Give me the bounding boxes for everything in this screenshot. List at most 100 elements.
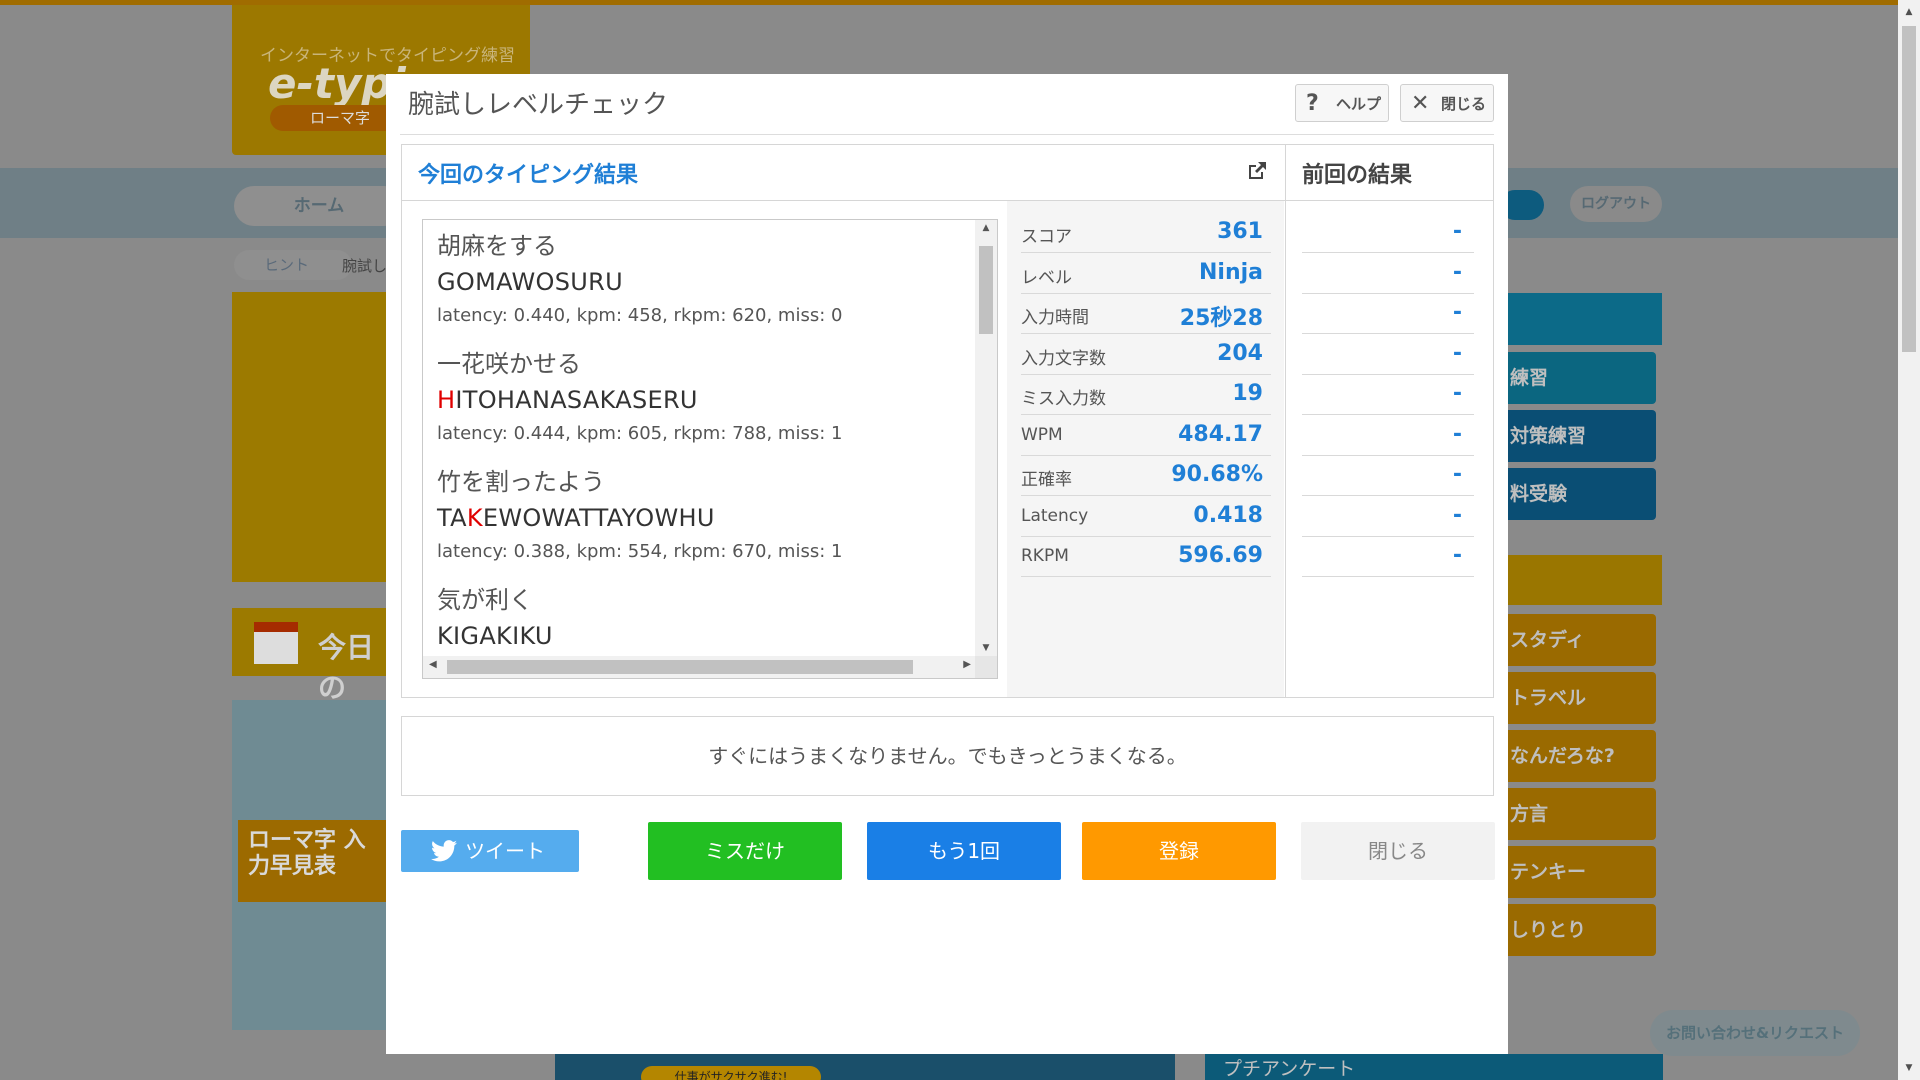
log-scroll-up-icon[interactable]: ▲: [975, 223, 997, 233]
previous-stat-value: -: [1452, 381, 1462, 406]
right-menu-header: [1500, 293, 1662, 345]
survey-header: プチアンケート: [1205, 1054, 1663, 1080]
page-scrollbar[interactable]: ▲ ▼: [1898, 0, 1920, 1080]
logout-button[interactable]: ログアウト: [1570, 186, 1662, 222]
help-button[interactable]: ? ヘルプ: [1295, 84, 1389, 122]
encouragement-message: すぐにはうまくなりません。でもきっとうまくなる。: [401, 716, 1494, 796]
stat-row: レベル Ninja: [1021, 254, 1271, 294]
external-link-icon[interactable]: [1245, 159, 1269, 183]
log-vscroll-thumb[interactable]: [979, 246, 993, 334]
scroll-down-icon[interactable]: ▼: [1898, 1060, 1920, 1076]
stat-value: Ninja: [1198, 259, 1263, 285]
right-menu-item-4[interactable]: スタディ: [1500, 614, 1656, 666]
stat-label: レベル: [1021, 267, 1072, 288]
register-button[interactable]: 登録: [1082, 822, 1276, 880]
previous-stat-value: -: [1452, 462, 1462, 487]
stat-label: RKPM: [1021, 546, 1069, 566]
stat-value: 0.418: [1193, 502, 1263, 528]
log-scroll-left-icon[interactable]: ◀: [429, 659, 437, 670]
stat-row: WPM 484.17: [1021, 416, 1271, 456]
previous-stat-value: -: [1452, 340, 1462, 366]
results-panel: 今回のタイピング結果 前回の結果 胡麻をする GOMAWOSURU latency:…: [401, 144, 1494, 698]
previous-stat-value: -: [1452, 259, 1462, 285]
romaji-segment: TA: [437, 504, 467, 532]
scroll-up-icon[interactable]: ▲: [1898, 4, 1920, 20]
level-check-modal: 腕試しレベルチェック ? ヘルプ ✕ 閉じる 今回のタイピング結果 前回の結果 …: [386, 74, 1508, 1054]
log-horizontal-scrollbar[interactable]: ◀ ▶: [423, 656, 977, 678]
previous-stat-value: -: [1452, 219, 1462, 244]
previous-stats: - - - - - - - - -: [1285, 201, 1493, 697]
log-entry-japanese: 一花咲かせる: [437, 350, 581, 378]
stat-value: 596.69: [1178, 543, 1263, 568]
typing-log[interactable]: 胡麻をする GOMAWOSURU latency: 0.440, kpm: 458,…: [422, 219, 998, 679]
stat-label: 正確率: [1021, 470, 1072, 490]
romaji-table-banner[interactable]: ローマ字 入力早見表: [238, 820, 388, 902]
stat-label: ミス入力数: [1021, 389, 1106, 409]
log-scroll-right-icon[interactable]: ▶: [963, 659, 971, 670]
previous-results-header: 前回の結果: [1285, 145, 1493, 201]
stat-value: 19: [1232, 381, 1263, 406]
close-top-label: 閉じる: [1441, 95, 1487, 113]
previous-stat-value: -: [1452, 421, 1462, 447]
close-top-button[interactable]: ✕ 閉じる: [1400, 84, 1494, 122]
typing-log-list: 胡麻をする GOMAWOSURU latency: 0.440, kpm: 458,…: [437, 228, 957, 668]
close-icon: ✕: [1411, 91, 1430, 116]
romaji-segment: KIGAKIKU: [437, 622, 553, 650]
right-menu-item-8[interactable]: テンキー: [1500, 846, 1656, 898]
right-menu-item-2[interactable]: 対策練習: [1500, 410, 1656, 462]
log-entry: 竹を割ったよう TAKEWOWATTAYOWHU latency: 0.388, k…: [437, 464, 957, 568]
stat-value: 90.68%: [1171, 462, 1263, 487]
breadcrumb: 腕試し: [342, 257, 388, 275]
log-entry-japanese: 気が利く: [437, 586, 533, 614]
right-menu-item-5[interactable]: トラベル: [1500, 672, 1656, 724]
right-menu-item-1[interactable]: 練習: [1500, 352, 1656, 404]
romaji-segment: ITOHANASAKASERU: [455, 386, 698, 414]
stat-value: 484.17: [1178, 421, 1263, 447]
hint-button[interactable]: ヒント: [234, 250, 352, 280]
tweet-label: ツイート: [465, 839, 545, 863]
right-menu-item-9[interactable]: しりとり: [1500, 904, 1656, 956]
bottom-banner: 仕事がサクサク進む!: [555, 1054, 1175, 1080]
title-divider: [400, 134, 1494, 135]
try-again-button[interactable]: もう1回: [867, 822, 1061, 880]
right-menu-item-7[interactable]: 方言: [1500, 788, 1656, 840]
home-nav-button[interactable]: ホーム: [234, 186, 404, 226]
previous-results-heading: 前回の結果: [1302, 163, 1413, 188]
log-entry: 一花咲かせる HITOHANASAKASERU latency: 0.444, kp…: [437, 346, 957, 450]
log-entry: 胡麻をする GOMAWOSURU latency: 0.440, kpm: 458,…: [437, 228, 957, 332]
stat-row: Latency 0.418: [1021, 497, 1271, 537]
close-button[interactable]: 閉じる: [1301, 822, 1495, 880]
help-label: ヘルプ: [1336, 95, 1382, 113]
stat-value: 25秒28: [1179, 306, 1263, 331]
inquiry-button[interactable]: お問い合わせ&リクエスト: [1650, 1010, 1860, 1056]
tweet-button[interactable]: ツイート: [401, 830, 579, 872]
current-stats: スコア 361 レベル Ninja 入力時間 25秒28 入力文字数 204 ミス入力数 19 WP…: [1007, 201, 1284, 697]
log-entry-romaji: KIGAKIKU: [437, 618, 957, 654]
right-menu-item-6[interactable]: なんだろな?: [1500, 730, 1656, 782]
log-entry-stats: latency: 0.388, kpm: 554, rkpm: 670, mis…: [437, 541, 843, 562]
previous-stat-value: -: [1452, 300, 1462, 325]
stat-label: 入力時間: [1021, 308, 1089, 328]
modal-title: 腕試しレベルチェック: [408, 90, 669, 120]
previous-stat-row: -: [1302, 294, 1474, 334]
right-menu-item-3[interactable]: 料受験: [1500, 468, 1656, 520]
page-scroll-thumb[interactable]: [1902, 26, 1916, 352]
miss-character: H: [437, 386, 456, 414]
stat-row: スコア 361: [1021, 213, 1271, 253]
stat-row: ミス入力数 19: [1021, 375, 1271, 415]
previous-stat-row: -: [1302, 213, 1474, 253]
log-scroll-down-icon[interactable]: ▼: [975, 643, 997, 653]
question-icon: ?: [1306, 91, 1319, 116]
miss-only-button[interactable]: ミスだけ: [648, 822, 842, 880]
romaji-segment: EWOWATTAYOWHU: [482, 504, 715, 532]
previous-stat-row: -: [1302, 254, 1474, 294]
romaji-segment: GOMAWOSURU: [437, 268, 623, 296]
log-entry-japanese: 胡麻をする: [437, 232, 557, 260]
log-entry-stats: latency: 0.444, kpm: 605, rkpm: 788, mis…: [437, 423, 843, 444]
today-label: 今日の: [318, 631, 375, 704]
stat-label: WPM: [1021, 424, 1063, 445]
previous-stat-row: -: [1302, 335, 1474, 375]
log-hscroll-thumb[interactable]: [447, 660, 913, 674]
log-vertical-scrollbar[interactable]: ▲ ▼: [975, 220, 997, 656]
stat-label: 入力文字数: [1021, 348, 1106, 369]
